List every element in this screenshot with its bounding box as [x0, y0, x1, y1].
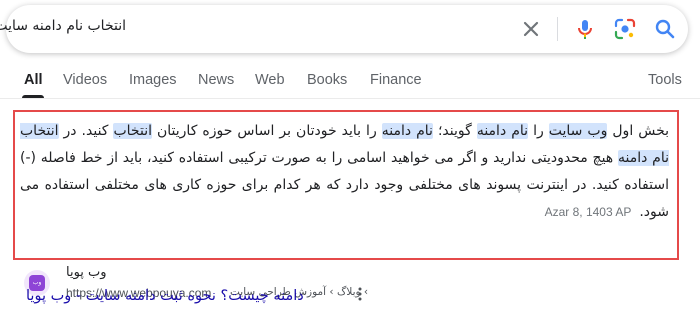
- tab-images[interactable]: Images: [129, 72, 177, 88]
- tab-finance[interactable]: Finance: [370, 72, 422, 88]
- tools-button[interactable]: Tools: [648, 72, 682, 88]
- camera-lens-icon[interactable]: [613, 17, 637, 41]
- search-input[interactable]: انتخاب نام دامنه سایت: [0, 18, 126, 34]
- tabs-divider: [0, 98, 700, 99]
- tab-web[interactable]: Web: [255, 72, 285, 88]
- snippet-highlight: نام دامنه: [381, 123, 433, 139]
- snippet-date: Azar 8, 1403 AP: [544, 205, 632, 219]
- snippet-segment: کنید. در: [58, 123, 114, 139]
- tab-news[interactable]: News: [198, 72, 234, 88]
- tab-books[interactable]: Books: [307, 72, 347, 88]
- snippet-segment: را باید خودتان بر اساس حوزه کاریتان: [151, 123, 382, 139]
- snippet-segment: گویند؛: [432, 123, 477, 139]
- site-name[interactable]: وب پویا: [66, 265, 107, 280]
- snippet-segment: را: [528, 123, 549, 139]
- tab-all[interactable]: All: [24, 72, 43, 88]
- snippet-highlight: نام دامنه: [476, 123, 529, 139]
- close-icon[interactable]: [521, 19, 541, 39]
- snippet-text: بخش اول وب سایت را نام دامنه گویند؛ نام …: [20, 118, 669, 226]
- tab-videos[interactable]: Videos: [63, 72, 107, 88]
- more-options-icon[interactable]: [355, 286, 365, 302]
- snippet-highlight: انتخاب: [113, 123, 152, 139]
- snippet-highlight: وب سایت: [548, 123, 608, 139]
- search-icon[interactable]: [653, 17, 677, 41]
- search-bar[interactable]: انتخاب نام دامنه سایت: [0, 5, 688, 53]
- featured-snippet: بخش اول وب سایت را نام دامنه گویند؛ نام …: [13, 110, 679, 260]
- microphone-icon[interactable]: [573, 17, 597, 41]
- snippet-segment: بخش اول: [607, 123, 670, 139]
- result-title-link[interactable]: دامنه چیست؟ نحوه ثبت دامنه سایت - وب پوی…: [26, 288, 304, 304]
- search-bar-divider: [557, 17, 558, 41]
